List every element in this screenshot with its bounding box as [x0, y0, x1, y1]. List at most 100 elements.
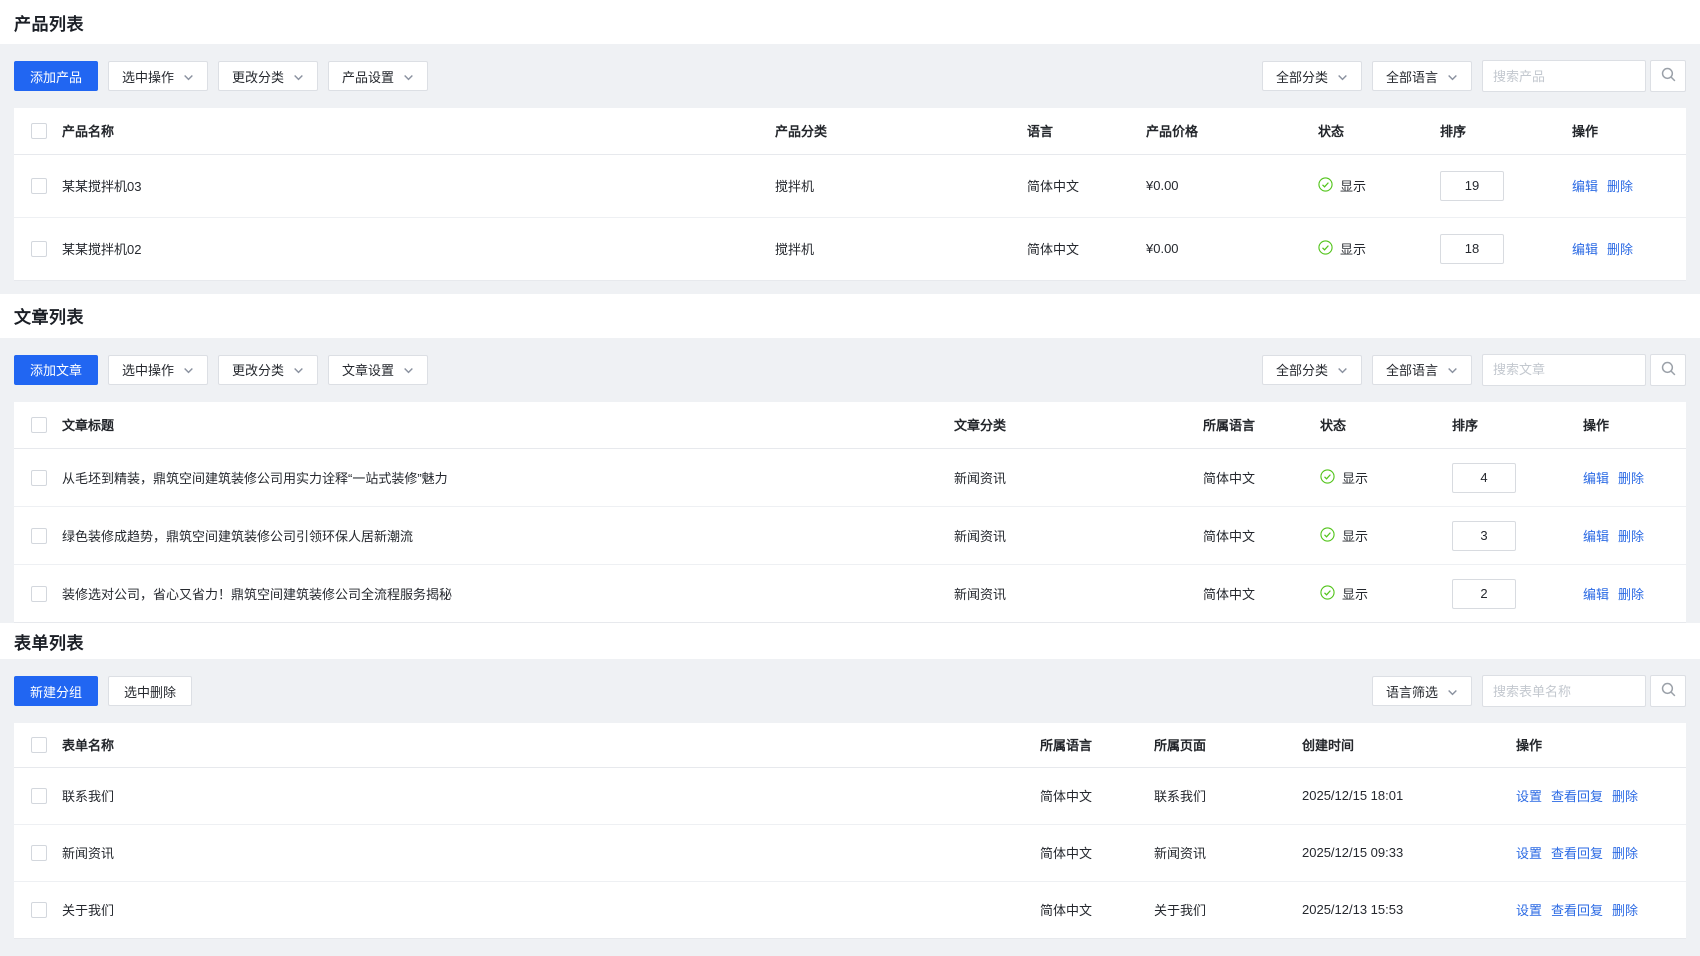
articles-section-title: 文章列表 — [14, 303, 84, 328]
form-name: 新闻资讯 — [62, 824, 1040, 881]
add-product-button[interactable]: 添加产品 — [14, 61, 98, 91]
form-search-input[interactable] — [1482, 675, 1646, 707]
chevron-down-icon — [183, 72, 194, 83]
settings-link[interactable]: 设置 — [1516, 903, 1542, 918]
forms-table: 表单名称 所属语言 所属页面 创建时间 操作 联系我们 简体中文 联系我们 20… — [14, 723, 1686, 939]
form-row: 新闻资讯 简体中文 新闻资讯 2025/12/15 09:33 设置查看回复删除 — [14, 824, 1686, 881]
form-search-button[interactable] — [1650, 675, 1686, 707]
form-language: 简体中文 — [1040, 824, 1154, 881]
row-checkbox[interactable] — [31, 586, 47, 602]
article-settings-dropdown[interactable]: 文章设置 — [328, 355, 428, 385]
delete-link[interactable]: 删除 — [1612, 846, 1638, 861]
chevron-down-icon — [1447, 687, 1458, 698]
delete-link[interactable]: 删除 — [1612, 789, 1638, 804]
article-search-button[interactable] — [1650, 354, 1686, 386]
status-label: 显示 — [1342, 584, 1368, 603]
dropdown-label: 全部分类 — [1276, 360, 1328, 379]
edit-link[interactable]: 编辑 — [1583, 471, 1609, 486]
row-checkbox[interactable] — [31, 788, 47, 804]
dropdown-label: 更改分类 — [232, 67, 284, 86]
row-checkbox[interactable] — [31, 528, 47, 544]
forms-toolbar: 新建分组 选中删除 语言筛选 — [14, 659, 1686, 723]
product-category: 搅拌机 — [775, 154, 1027, 217]
form-page: 联系我们 — [1154, 767, 1302, 824]
select-all-checkbox[interactable] — [31, 737, 47, 753]
product-name: 某某搅拌机02 — [62, 217, 775, 280]
product-row: 某某搅拌机03 搅拌机 简体中文 ¥0.00 显示 编辑删除 — [14, 154, 1686, 217]
col-header-actions: 操作 — [1583, 402, 1686, 449]
product-search-button[interactable] — [1650, 60, 1686, 92]
article-selected-action-dropdown[interactable]: 选中操作 — [108, 355, 208, 385]
delete-link[interactable]: 删除 — [1618, 529, 1644, 544]
sort-input[interactable] — [1452, 579, 1516, 609]
products-table: 产品名称 产品分类 语言 产品价格 状态 排序 操作 某某搅拌机03 搅拌机 简… — [14, 108, 1686, 281]
product-language: 简体中文 — [1027, 217, 1146, 280]
products-section-title: 产品列表 — [14, 10, 84, 35]
sort-input[interactable] — [1452, 521, 1516, 551]
form-created-time: 2025/12/15 09:33 — [1302, 824, 1516, 881]
product-row: 某某搅拌机02 搅拌机 简体中文 ¥0.00 显示 编辑删除 — [14, 217, 1686, 280]
dropdown-label: 产品设置 — [342, 67, 394, 86]
article-category-filter-dropdown[interactable]: 全部分类 — [1262, 355, 1362, 385]
sort-input[interactable] — [1440, 234, 1504, 264]
view-replies-link[interactable]: 查看回复 — [1551, 846, 1603, 861]
edit-link[interactable]: 编辑 — [1572, 179, 1598, 194]
select-all-checkbox[interactable] — [31, 123, 47, 139]
col-header-sort: 排序 — [1452, 402, 1583, 449]
col-header-product-category: 产品分类 — [775, 108, 1027, 154]
chevron-down-icon — [293, 365, 304, 376]
article-language-filter-dropdown[interactable]: 全部语言 — [1372, 355, 1472, 385]
chevron-down-icon — [183, 365, 194, 376]
form-page: 关于我们 — [1154, 881, 1302, 938]
product-language-filter-dropdown[interactable]: 全部语言 — [1372, 61, 1472, 91]
product-category: 搅拌机 — [775, 217, 1027, 280]
status-badge: 显示 — [1320, 526, 1368, 545]
product-selected-action-dropdown[interactable]: 选中操作 — [108, 61, 208, 91]
sort-input[interactable] — [1452, 463, 1516, 493]
forms-title-band: 表单列表 — [0, 623, 1700, 659]
settings-link[interactable]: 设置 — [1516, 789, 1542, 804]
dropdown-label: 文章设置 — [342, 360, 394, 379]
form-language: 简体中文 — [1040, 881, 1154, 938]
form-language-filter-dropdown[interactable]: 语言筛选 — [1372, 676, 1472, 706]
delete-link[interactable]: 删除 — [1612, 903, 1638, 918]
delete-link[interactable]: 删除 — [1618, 471, 1644, 486]
delete-link[interactable]: 删除 — [1607, 179, 1633, 194]
select-all-checkbox[interactable] — [31, 417, 47, 433]
product-settings-dropdown[interactable]: 产品设置 — [328, 61, 428, 91]
add-article-button[interactable]: 添加文章 — [14, 355, 98, 385]
articles-header-row: 文章标题 文章分类 所属语言 状态 排序 操作 — [14, 402, 1686, 449]
delete-selected-button[interactable]: 选中删除 — [108, 676, 192, 706]
col-header-created: 创建时间 — [1302, 723, 1516, 767]
edit-link[interactable]: 编辑 — [1583, 587, 1609, 602]
col-header-language: 所属语言 — [1203, 402, 1320, 449]
chevron-down-icon — [1447, 365, 1458, 376]
product-search-input[interactable] — [1482, 60, 1646, 92]
col-header-language: 所属语言 — [1040, 723, 1154, 767]
sort-input[interactable] — [1440, 171, 1504, 201]
new-group-button[interactable]: 新建分组 — [14, 676, 98, 706]
row-checkbox[interactable] — [31, 902, 47, 918]
article-change-category-dropdown[interactable]: 更改分类 — [218, 355, 318, 385]
edit-link[interactable]: 编辑 — [1583, 529, 1609, 544]
settings-link[interactable]: 设置 — [1516, 846, 1542, 861]
delete-link[interactable]: 删除 — [1607, 242, 1633, 257]
view-replies-link[interactable]: 查看回复 — [1551, 789, 1603, 804]
edit-link[interactable]: 编辑 — [1572, 242, 1598, 257]
delete-link[interactable]: 删除 — [1618, 587, 1644, 602]
row-checkbox[interactable] — [31, 241, 47, 257]
form-name: 关于我们 — [62, 881, 1040, 938]
chevron-down-icon — [403, 72, 414, 83]
form-row: 关于我们 简体中文 关于我们 2025/12/13 15:53 设置查看回复删除 — [14, 881, 1686, 938]
forms-header-row: 表单名称 所属语言 所属页面 创建时间 操作 — [14, 723, 1686, 767]
article-row: 从毛坯到精装，鼎筑空间建筑装修公司用实力诠释“一站式装修”魅力 新闻资讯 简体中… — [14, 449, 1686, 507]
dropdown-label: 语言筛选 — [1386, 682, 1438, 701]
article-search-input[interactable] — [1482, 354, 1646, 386]
row-checkbox[interactable] — [31, 178, 47, 194]
product-category-filter-dropdown[interactable]: 全部分类 — [1262, 61, 1362, 91]
row-checkbox[interactable] — [31, 470, 47, 486]
status-badge: 显示 — [1318, 239, 1366, 258]
product-change-category-dropdown[interactable]: 更改分类 — [218, 61, 318, 91]
row-checkbox[interactable] — [31, 845, 47, 861]
view-replies-link[interactable]: 查看回复 — [1551, 903, 1603, 918]
